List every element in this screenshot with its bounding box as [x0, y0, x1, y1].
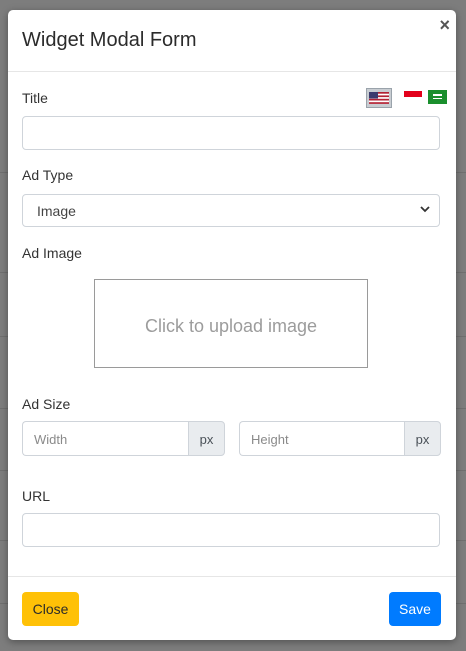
height-input[interactable]: Height [239, 421, 404, 456]
indonesia-flag-icon[interactable] [404, 90, 422, 103]
width-placeholder: Width [34, 432, 68, 447]
footer-divider [8, 576, 456, 577]
title-input[interactable] [22, 116, 440, 150]
saudi-arabia-flag-icon[interactable] [428, 90, 447, 104]
height-unit-addon: px [404, 421, 441, 456]
save-button[interactable]: Save [389, 592, 441, 626]
height-unit: px [415, 432, 430, 447]
upload-prompt: Click to upload image [144, 316, 318, 336]
height-placeholder: Height [251, 432, 289, 447]
ad-size-label: Ad Size [22, 396, 71, 412]
width-unit: px [199, 432, 214, 447]
widget-modal: Widget Modal Form × Title Ad Type Image … [8, 10, 456, 640]
close-icon[interactable]: × [439, 16, 450, 34]
image-upload-area[interactable]: Click to upload image [94, 279, 368, 368]
url-label: URL [22, 488, 51, 504]
url-input[interactable] [22, 513, 440, 547]
ad-type-value: Image [37, 203, 76, 219]
us-flag-icon[interactable] [366, 88, 392, 108]
width-input[interactable]: Width [22, 421, 188, 456]
ad-image-label: Ad Image [22, 245, 82, 261]
title-label: Title [22, 90, 48, 106]
chevron-down-icon [420, 206, 430, 213]
width-unit-addon: px [188, 421, 225, 456]
ad-type-select[interactable]: Image [22, 194, 440, 227]
width-input-group: Width px [22, 421, 225, 456]
height-input-group: Height px [239, 421, 441, 456]
close-button[interactable]: Close [22, 592, 79, 626]
modal-title: Widget Modal Form [22, 29, 197, 51]
ad-type-label: Ad Type [22, 167, 74, 183]
modal-header: Widget Modal Form [8, 10, 456, 72]
